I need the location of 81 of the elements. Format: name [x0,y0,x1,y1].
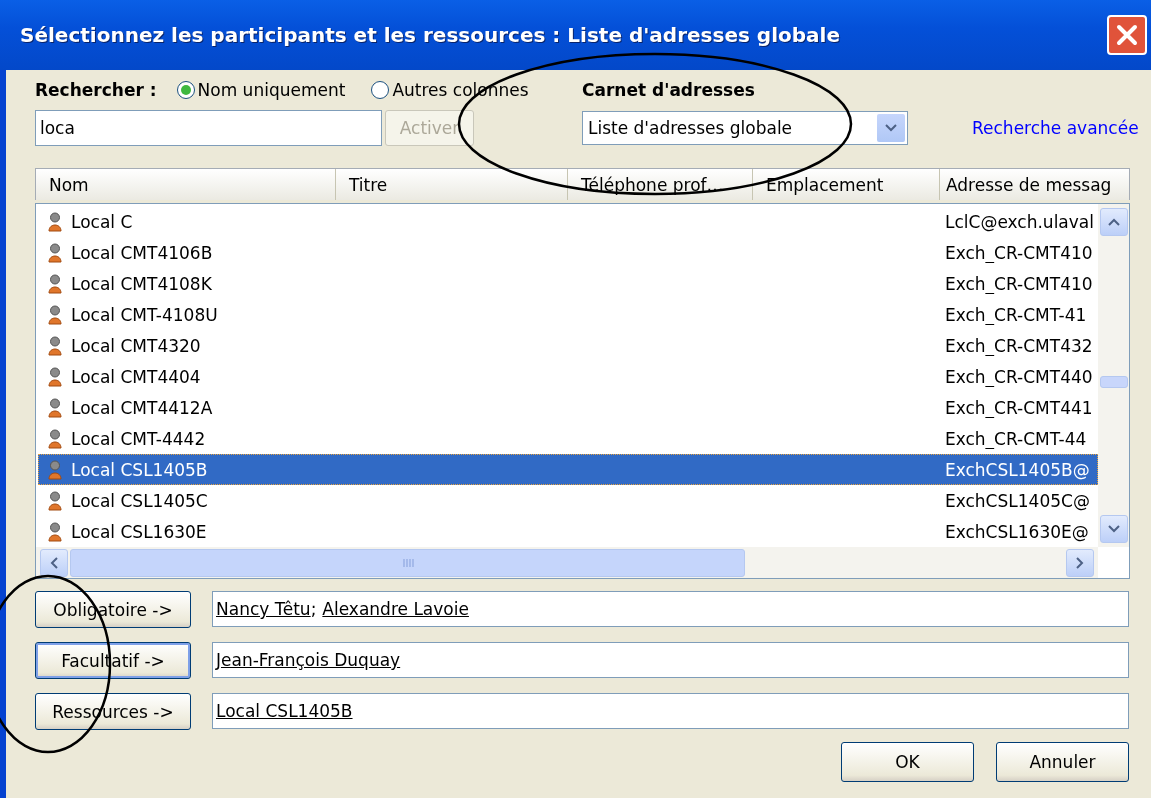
name-cell: Local CSL1630E [71,521,207,542]
recipient-name[interactable]: Jean-François Duquay [216,650,401,670]
contact-row[interactable]: Local CMT4320 Exch_CR-CMT432 [38,330,1098,361]
window-title: Sélectionnez les participants et les ressources : Liste d'adresses globale [20,23,840,47]
contact-row[interactable]: Local CMT4106B Exch_CR-CMT410 [38,237,1098,268]
address-cell: ExchCSL1405C@ [945,490,1090,511]
close-button[interactable] [1107,15,1147,55]
advanced-search-link[interactable]: Recherche avancée [972,118,1139,138]
person-icon [48,273,62,294]
contact-row[interactable]: Local CMT4404 Exch_CR-CMT440 [38,361,1098,392]
address-cell: ExchCSL1405B@ [945,459,1090,480]
address-cell: Exch_CR-CMT-41 [945,304,1087,325]
close-icon [1115,23,1139,47]
person-icon [48,242,62,263]
chevron-left-icon [50,556,58,569]
cancel-button[interactable]: Annuler [996,742,1129,782]
name-cell: Local CMT4108K [71,273,212,294]
recipient-name[interactable]: Local CSL1405B [216,701,353,721]
address-cell: Exch_CR-CMT440 [945,366,1093,387]
scroll-down-button[interactable] [1099,515,1128,543]
radio-label[interactable]: Nom uniquement [197,80,346,100]
person-icon [48,211,62,232]
name-cell: Local CMT4404 [71,366,201,387]
address-cell: Exch_CR-CMT432 [945,335,1093,356]
search-label: Rechercher : [35,80,157,100]
column-header[interactable]: Emplacement [753,169,940,200]
person-icon [48,459,62,480]
person-icon [48,428,62,449]
address-cell: Exch_CR-CMT-44 [945,428,1087,449]
recipient-field[interactable]: Local CSL1405B [212,693,1129,729]
radio-button[interactable] [176,81,195,99]
person-icon [48,366,62,387]
person-icon [48,304,62,325]
ok-button[interactable]: OK [841,742,974,782]
scroll-thumb[interactable] [70,548,745,577]
recipient-field[interactable]: Nancy Têtu; Alexandre Lavoie [212,591,1129,627]
address-book-label: Carnet d'adresses [582,80,756,100]
name-cell: Local CMT4106B [71,242,213,263]
name-cell: Local CSL1405C [71,490,208,511]
contact-row[interactable]: Local CSL1405B ExchCSL1405B@ [38,454,1098,485]
radio-button[interactable] [371,81,390,99]
scroll-up-button[interactable] [1099,208,1128,236]
chevron-up-icon [1107,218,1120,226]
address-cell: Exch_CR-CMT410 [945,242,1093,263]
address-cell: Exch_CR-CMT410 [945,273,1093,294]
grip-icon [401,557,414,568]
scroll-thumb[interactable] [1099,376,1128,388]
scroll-left-button[interactable] [40,548,68,577]
chevron-right-icon [1076,556,1084,569]
chevron-down-icon [1107,525,1120,533]
contact-row[interactable]: Local CMT-4108U Exch_CR-CMT-41 [38,299,1098,330]
person-icon [48,335,62,356]
contact-row[interactable]: Local CSL1630E ExchCSL1630E@ [38,516,1098,547]
contact-row[interactable]: Local CSL1405C ExchCSL1405C@ [38,485,1098,516]
contact-row[interactable]: Local CMT4412A Exch_CR-CMT441 [38,392,1098,423]
separator-text: ; [310,599,317,619]
recipient-field[interactable]: Jean-François Duquay [212,642,1129,678]
address-cell: ExchCSL1630E@ [945,521,1089,542]
person-icon [48,490,62,511]
address-cell: Exch_CR-CMT441 [945,397,1093,418]
column-header[interactable]: Nom [36,169,336,200]
name-cell: Local C [71,211,133,232]
column-header[interactable]: Téléphone prof… [568,169,753,200]
person-icon [48,521,62,542]
recipient-name[interactable]: Nancy Têtu [216,599,311,619]
name-cell: Local CMT-4442 [71,428,206,449]
name-cell: Local CMT4320 [71,335,201,356]
contact-row[interactable]: Local CMT-4442 Exch_CR-CMT-44 [38,423,1098,454]
name-cell: Local CMT4412A [71,397,213,418]
address-book-dropdown[interactable]: Liste d'adresses globale [582,111,908,145]
name-cell: Local CMT-4108U [71,304,218,325]
recipient-name[interactable]: Alexandre Lavoie [322,599,469,619]
contact-row[interactable]: Local CMT4108K Exch_CR-CMT410 [38,268,1098,299]
contact-row[interactable]: Local C LclC@exch.ulaval [38,206,1098,237]
column-header[interactable]: Titre [336,169,568,200]
person-icon [48,397,62,418]
column-header[interactable]: Adresse de messag [940,169,1129,200]
name-cell: Local CSL1405B [71,459,208,480]
search-field[interactable]: loca [35,110,382,146]
address-cell: LclC@exch.ulaval [945,211,1094,232]
scroll-right-button[interactable] [1066,548,1094,577]
